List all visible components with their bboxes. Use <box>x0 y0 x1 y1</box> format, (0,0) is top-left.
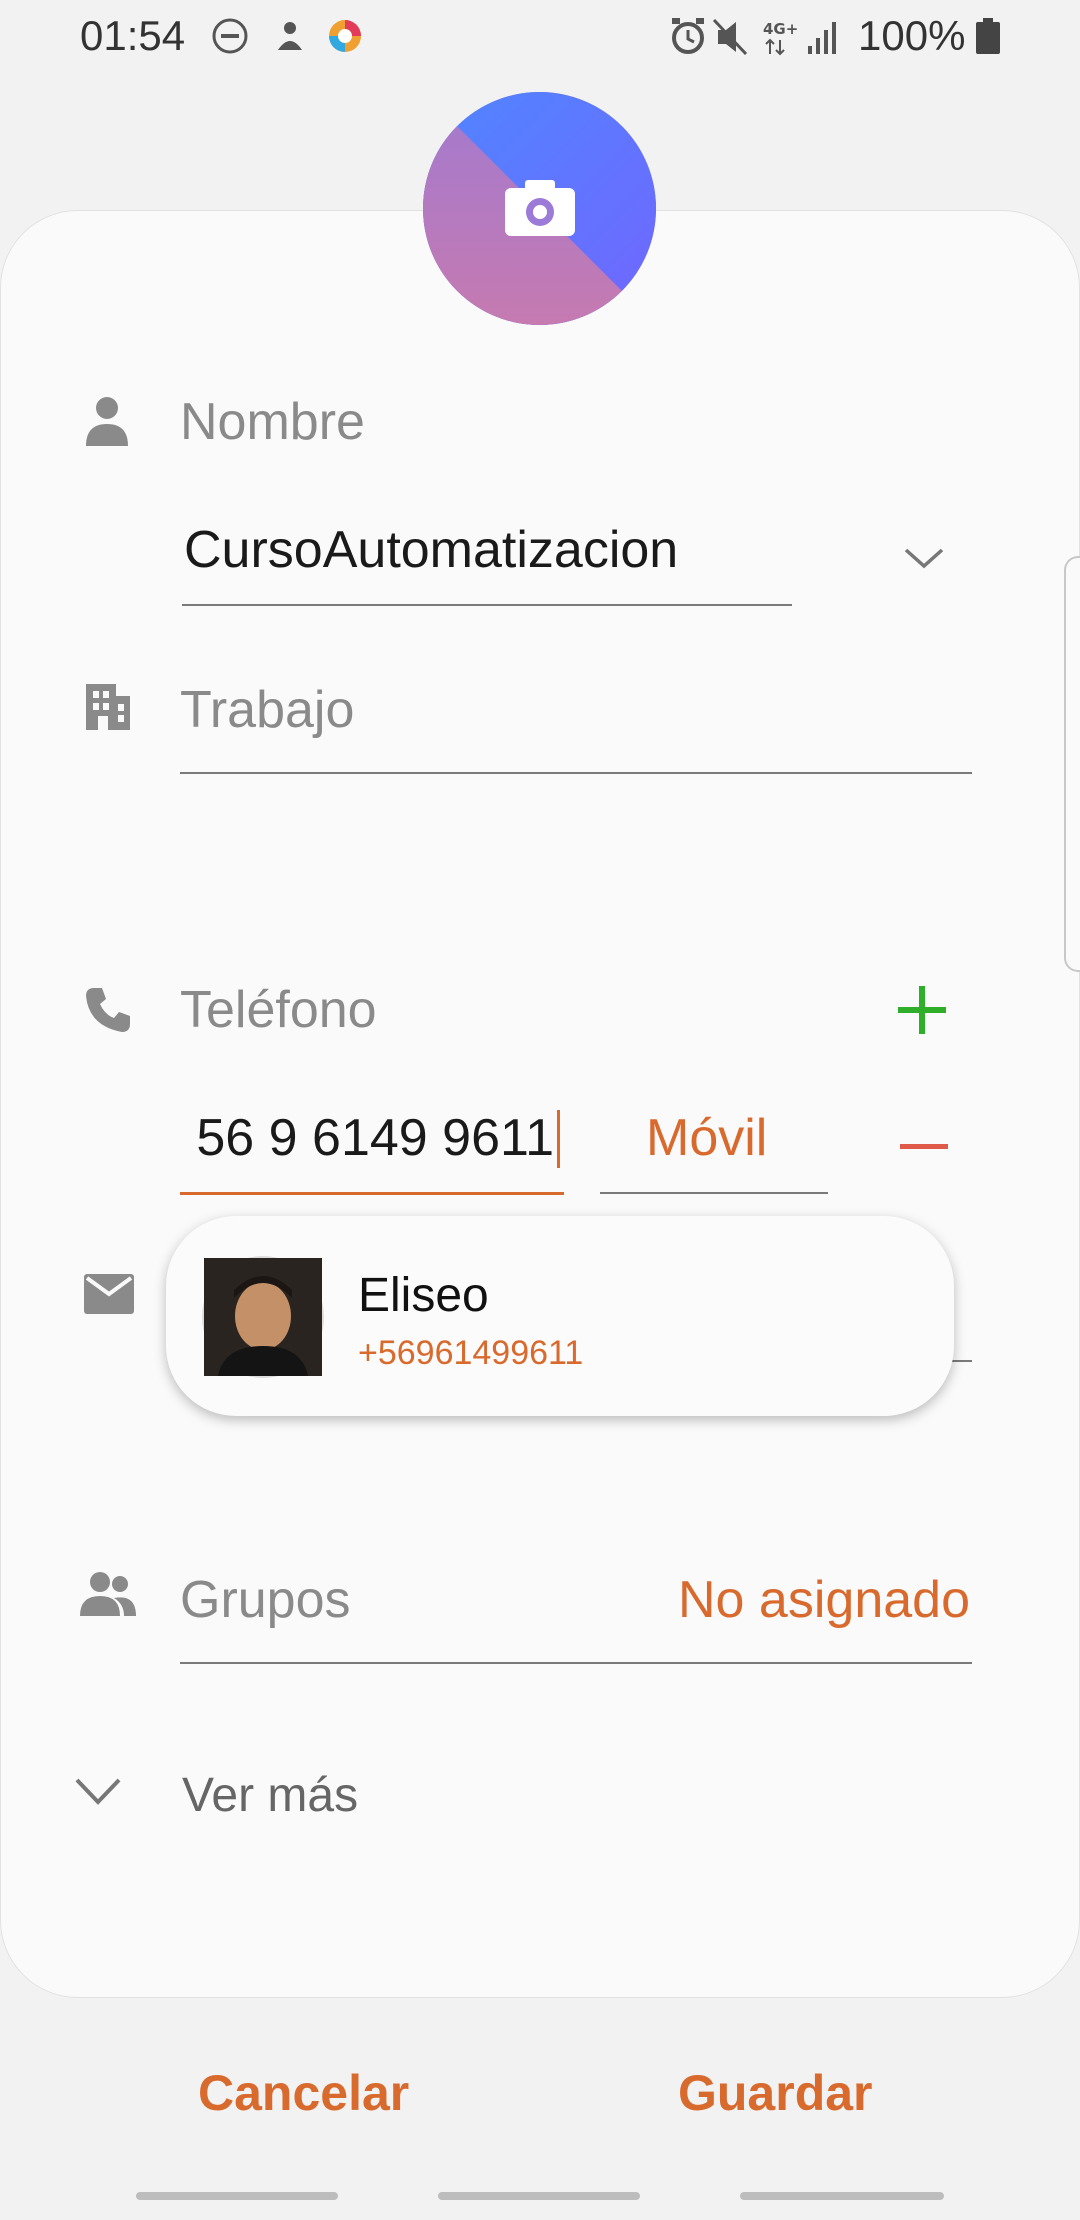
battery-percent: 100% <box>858 12 966 59</box>
scroll-handle[interactable] <box>1064 556 1080 972</box>
phone-type-underline <box>600 1192 828 1194</box>
dnd-icon <box>212 18 248 54</box>
phone-type-select[interactable]: Móvil <box>646 1108 767 1168</box>
status-time: 01:54 <box>80 12 186 59</box>
add-phone-icon[interactable] <box>896 984 948 1041</box>
remove-phone-icon[interactable] <box>900 1144 948 1149</box>
groups-icon <box>80 1572 136 1621</box>
status-icons-right: 4G+ <box>668 14 848 63</box>
person-icon <box>86 396 128 451</box>
contact-photo-button[interactable] <box>423 92 656 325</box>
nav-back[interactable] <box>740 2192 944 2200</box>
notification-app-icon <box>278 22 302 50</box>
groups-label: Grupos <box>180 1571 351 1629</box>
avatar <box>202 1256 324 1378</box>
battery-icon <box>976 18 1000 59</box>
see-more-button[interactable]: Ver más <box>182 1768 358 1823</box>
alarm-icon <box>672 18 704 54</box>
work-input[interactable]: Trabajo <box>180 680 354 740</box>
cancel-button[interactable]: Cancelar <box>198 2064 409 2122</box>
phone-underline <box>180 1192 564 1195</box>
suggestion-number: +56961499611 <box>358 1334 584 1372</box>
phone-label: Teléfono <box>180 981 377 1039</box>
suggestion-name: Eliseo <box>358 1269 489 1322</box>
signal-icon <box>808 22 836 54</box>
phone-icon <box>84 986 132 1039</box>
contact-form-card <box>0 210 1080 1998</box>
phone-input[interactable]: 56 9 6149 9611 <box>180 1108 562 1168</box>
name-underline <box>182 604 792 606</box>
expand-chevron-icon[interactable] <box>74 1776 122 1811</box>
svg-text:4G+: 4G+ <box>763 20 798 38</box>
work-icon <box>86 684 130 735</box>
groups-underline[interactable] <box>180 1662 972 1664</box>
browser-app-icon <box>329 20 361 52</box>
email-icon <box>84 1274 134 1319</box>
text-cursor <box>557 1110 560 1168</box>
save-button[interactable]: Guardar <box>678 2064 873 2122</box>
contact-suggestion[interactable]: Eliseo +56961499611 <box>166 1216 954 1416</box>
status-icons-left <box>210 14 380 63</box>
chevron-down-icon[interactable] <box>904 546 944 575</box>
nav-home[interactable] <box>438 2192 640 2200</box>
name-label: Nombre <box>180 393 365 451</box>
phone-input-value: 56 9 6149 9611 <box>196 1109 554 1167</box>
nav-recents[interactable] <box>136 2192 338 2200</box>
mute-icon <box>712 18 748 56</box>
camera-icon <box>505 178 575 243</box>
name-input[interactable]: CursoAutomatizacion <box>184 520 678 580</box>
groups-value[interactable]: No asignado <box>678 1570 970 1630</box>
network-4g-icon: 4G+ <box>763 20 798 56</box>
work-underline <box>180 772 972 774</box>
